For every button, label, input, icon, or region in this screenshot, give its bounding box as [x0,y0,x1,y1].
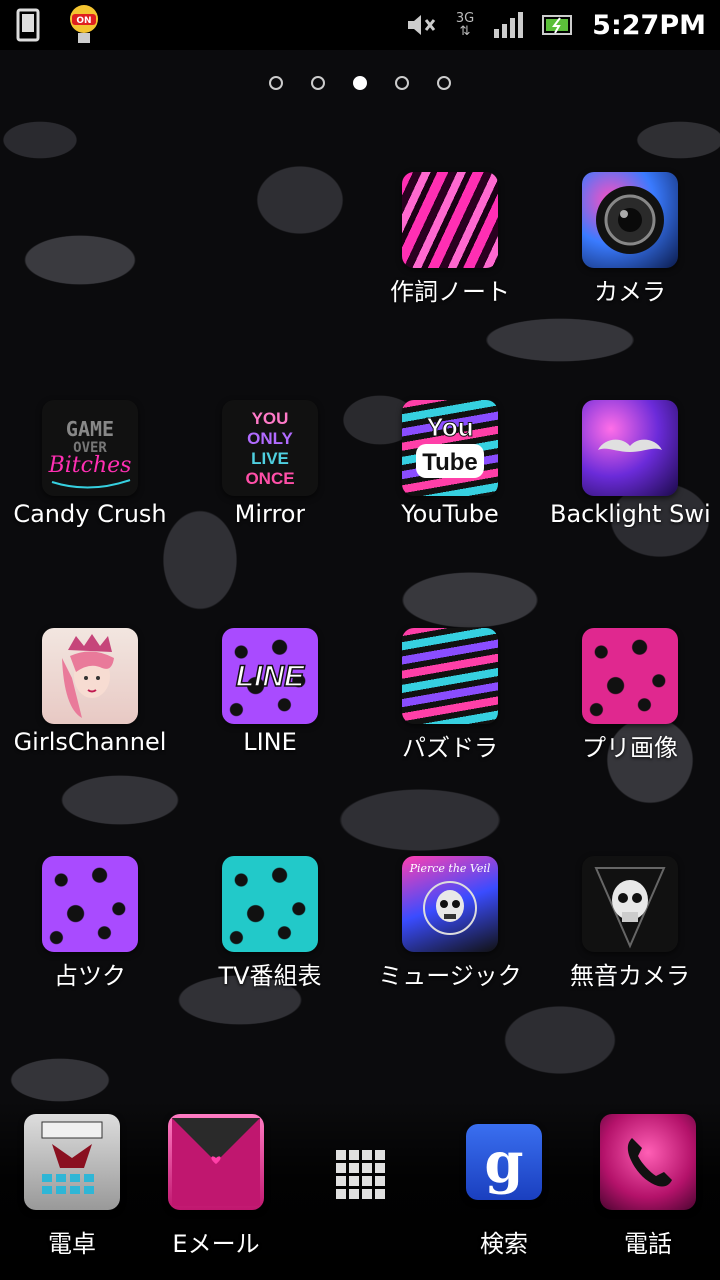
dock-label: 検索 [480,1230,528,1258]
app-drawer-icon [335,1150,385,1199]
youtube-you-text: You [426,412,473,442]
app-girls-channel[interactable]: GirlsChannel [0,628,180,788]
google-search-icon: g [466,1124,542,1200]
leopard-teal-icon [222,856,318,952]
band-name-text: Pierce the Veil [409,862,491,875]
youtube-icon: You Tube [402,400,498,496]
app-label: ミュージック [378,962,522,990]
app-silent-camera[interactable]: 無音カメラ [540,856,720,1016]
app-drawer-button[interactable] [285,1150,435,1199]
app-tv-guide[interactable]: TV番組表 [180,856,360,1016]
dock-email[interactable]: Eメール [141,1114,291,1259]
game-over-icon: GAME OVER Bitches [42,400,138,496]
app-backlight-switch[interactable]: Backlight Swit [540,400,720,560]
yolo-icon: YOU ONLY LIVE ONCE [222,400,318,496]
signal-icon [492,11,524,39]
mustache-icon [582,400,678,496]
yolo-text: ONLY [247,429,293,448]
phone-call-icon [600,1114,696,1210]
pierce-the-veil-icon: Pierce the Veil [402,856,498,952]
line-logo-text: LINE [236,660,305,693]
app-camera[interactable]: カメラ [540,172,720,332]
page-dot[interactable] [311,76,325,90]
yolo-text: LIVE [251,449,289,468]
app-uranai-tsuku[interactable]: 占ツク [0,856,180,1016]
google-g-glyph: g [484,1130,523,1196]
app-mirror[interactable]: YOU ONLY LIVE ONCE Mirror [180,400,360,560]
app-label: 作詞ノート [390,278,510,306]
dock-label: 電話 [624,1230,672,1258]
app-label: プリ画像 [582,734,678,762]
app-candy-crush[interactable]: GAME OVER Bitches Candy Crush [0,400,180,560]
email-icon [168,1114,264,1210]
game-over-text: GAME [66,417,114,441]
dock-calculator[interactable]: 電卓 [0,1114,147,1259]
yolo-text: ONCE [245,469,294,488]
clock: 5:27PM [592,9,706,41]
app-line[interactable]: LINE LINE [180,628,360,788]
on-badge-icon: ON [66,3,102,47]
battery-icon [542,13,574,37]
page-dot-active[interactable] [353,76,367,90]
dock-label: Eメール [172,1230,260,1258]
zebra-pink-icon [402,172,498,268]
game-over-script: Bitches [48,453,132,478]
app-label: TV番組表 [218,962,322,990]
app-label: パズドラ [402,734,498,762]
app-puzzdra[interactable]: パズドラ [360,628,540,788]
app-music[interactable]: Pierce the Veil ミュージック [360,856,540,1016]
dock-label: 電卓 [48,1230,96,1258]
app-puri-gazou[interactable]: プリ画像 [540,628,720,788]
zebra-multi-icon [402,628,498,724]
page-indicator [0,76,720,90]
app-label: 無音カメラ [570,962,690,990]
mute-icon [406,12,438,38]
app-label: Mirror [234,500,306,528]
app-label: 占ツク [54,962,126,990]
app-youtube[interactable]: You Tube YouTube [360,400,540,560]
status-bar: ON 3G ⇅ 5:27PM [0,0,720,50]
network-type-label: 3G [455,11,475,26]
app-label: Backlight Swit [550,500,710,528]
girl-crown-icon [42,628,138,724]
app-label: YouTube [401,500,499,528]
app-label: カメラ [594,278,666,306]
dock-search[interactable]: g 検索 [429,1114,579,1259]
leopard-purple-icon [42,856,138,952]
yolo-text: YOU [252,409,289,428]
app-label: LINE [243,728,297,756]
youtube-tube-text: Tube [422,449,478,476]
line-icon: LINE [222,628,318,724]
page-dot[interactable] [269,76,283,90]
3g-icon: 3G ⇅ [455,11,475,39]
svg-text:ON: ON [76,16,91,26]
app-label: Candy Crush [13,500,167,528]
app-label: GirlsChannel [13,728,167,756]
dock-phone[interactable]: 電話 [573,1114,720,1259]
page-dot[interactable] [437,76,451,90]
skull-icon [582,856,678,952]
page-dot[interactable] [395,76,409,90]
leopard-glitter-icon [582,628,678,724]
phone-icon [16,8,40,42]
calculator-icon [24,1114,120,1210]
camera-icon [582,172,678,268]
app-sakushi-note[interactable]: 作詞ノート [360,172,540,332]
